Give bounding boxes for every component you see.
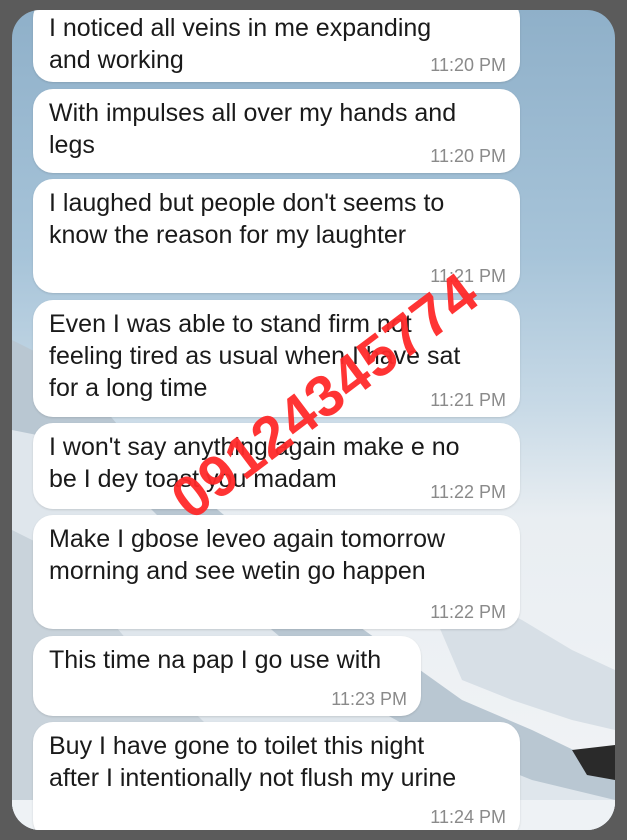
message-bubble[interactable]: I noticed all veins in me expanding and …: [33, 10, 520, 82]
message-timestamp: 11:20 PM: [430, 146, 506, 166]
message-bubble[interactable]: With impulses all over my hands and legs…: [33, 89, 520, 173]
message-bubble[interactable]: Make I gbose leveo again tomorrow mornin…: [33, 515, 520, 629]
message-timestamp: 11:20 PM: [430, 55, 506, 75]
message-bubble[interactable]: I laughed but people don't seems to know…: [33, 179, 520, 293]
message-timestamp: 11:24 PM: [430, 807, 506, 827]
message-timestamp: 11:22 PM: [430, 602, 506, 622]
message-timestamp: 11:22 PM: [430, 482, 506, 502]
message-bubble[interactable]: This time na pap I go use with 11:23 PM: [33, 636, 421, 716]
message-text: I laughed but people don't seems to know…: [49, 189, 445, 249]
message-bubble[interactable]: I won't say anything again make e no be …: [33, 423, 520, 509]
message-text: This time na pap I go use with: [49, 646, 382, 674]
screenshot-frame: I noticed all veins in me expanding and …: [0, 0, 627, 840]
message-text: Buy I have gone to toilet this night aft…: [49, 732, 457, 792]
message-bubble[interactable]: Buy I have gone to toilet this night aft…: [33, 722, 520, 830]
message-text: Make I gbose leveo again tomorrow mornin…: [49, 525, 446, 585]
message-timestamp: 11:23 PM: [331, 689, 407, 709]
message-timestamp: 11:21 PM: [430, 266, 506, 286]
message-timestamp: 11:21 PM: [430, 390, 506, 410]
chat-screen[interactable]: I noticed all veins in me expanding and …: [12, 10, 615, 830]
message-bubble[interactable]: Even I was able to stand firm not feelin…: [33, 300, 520, 417]
